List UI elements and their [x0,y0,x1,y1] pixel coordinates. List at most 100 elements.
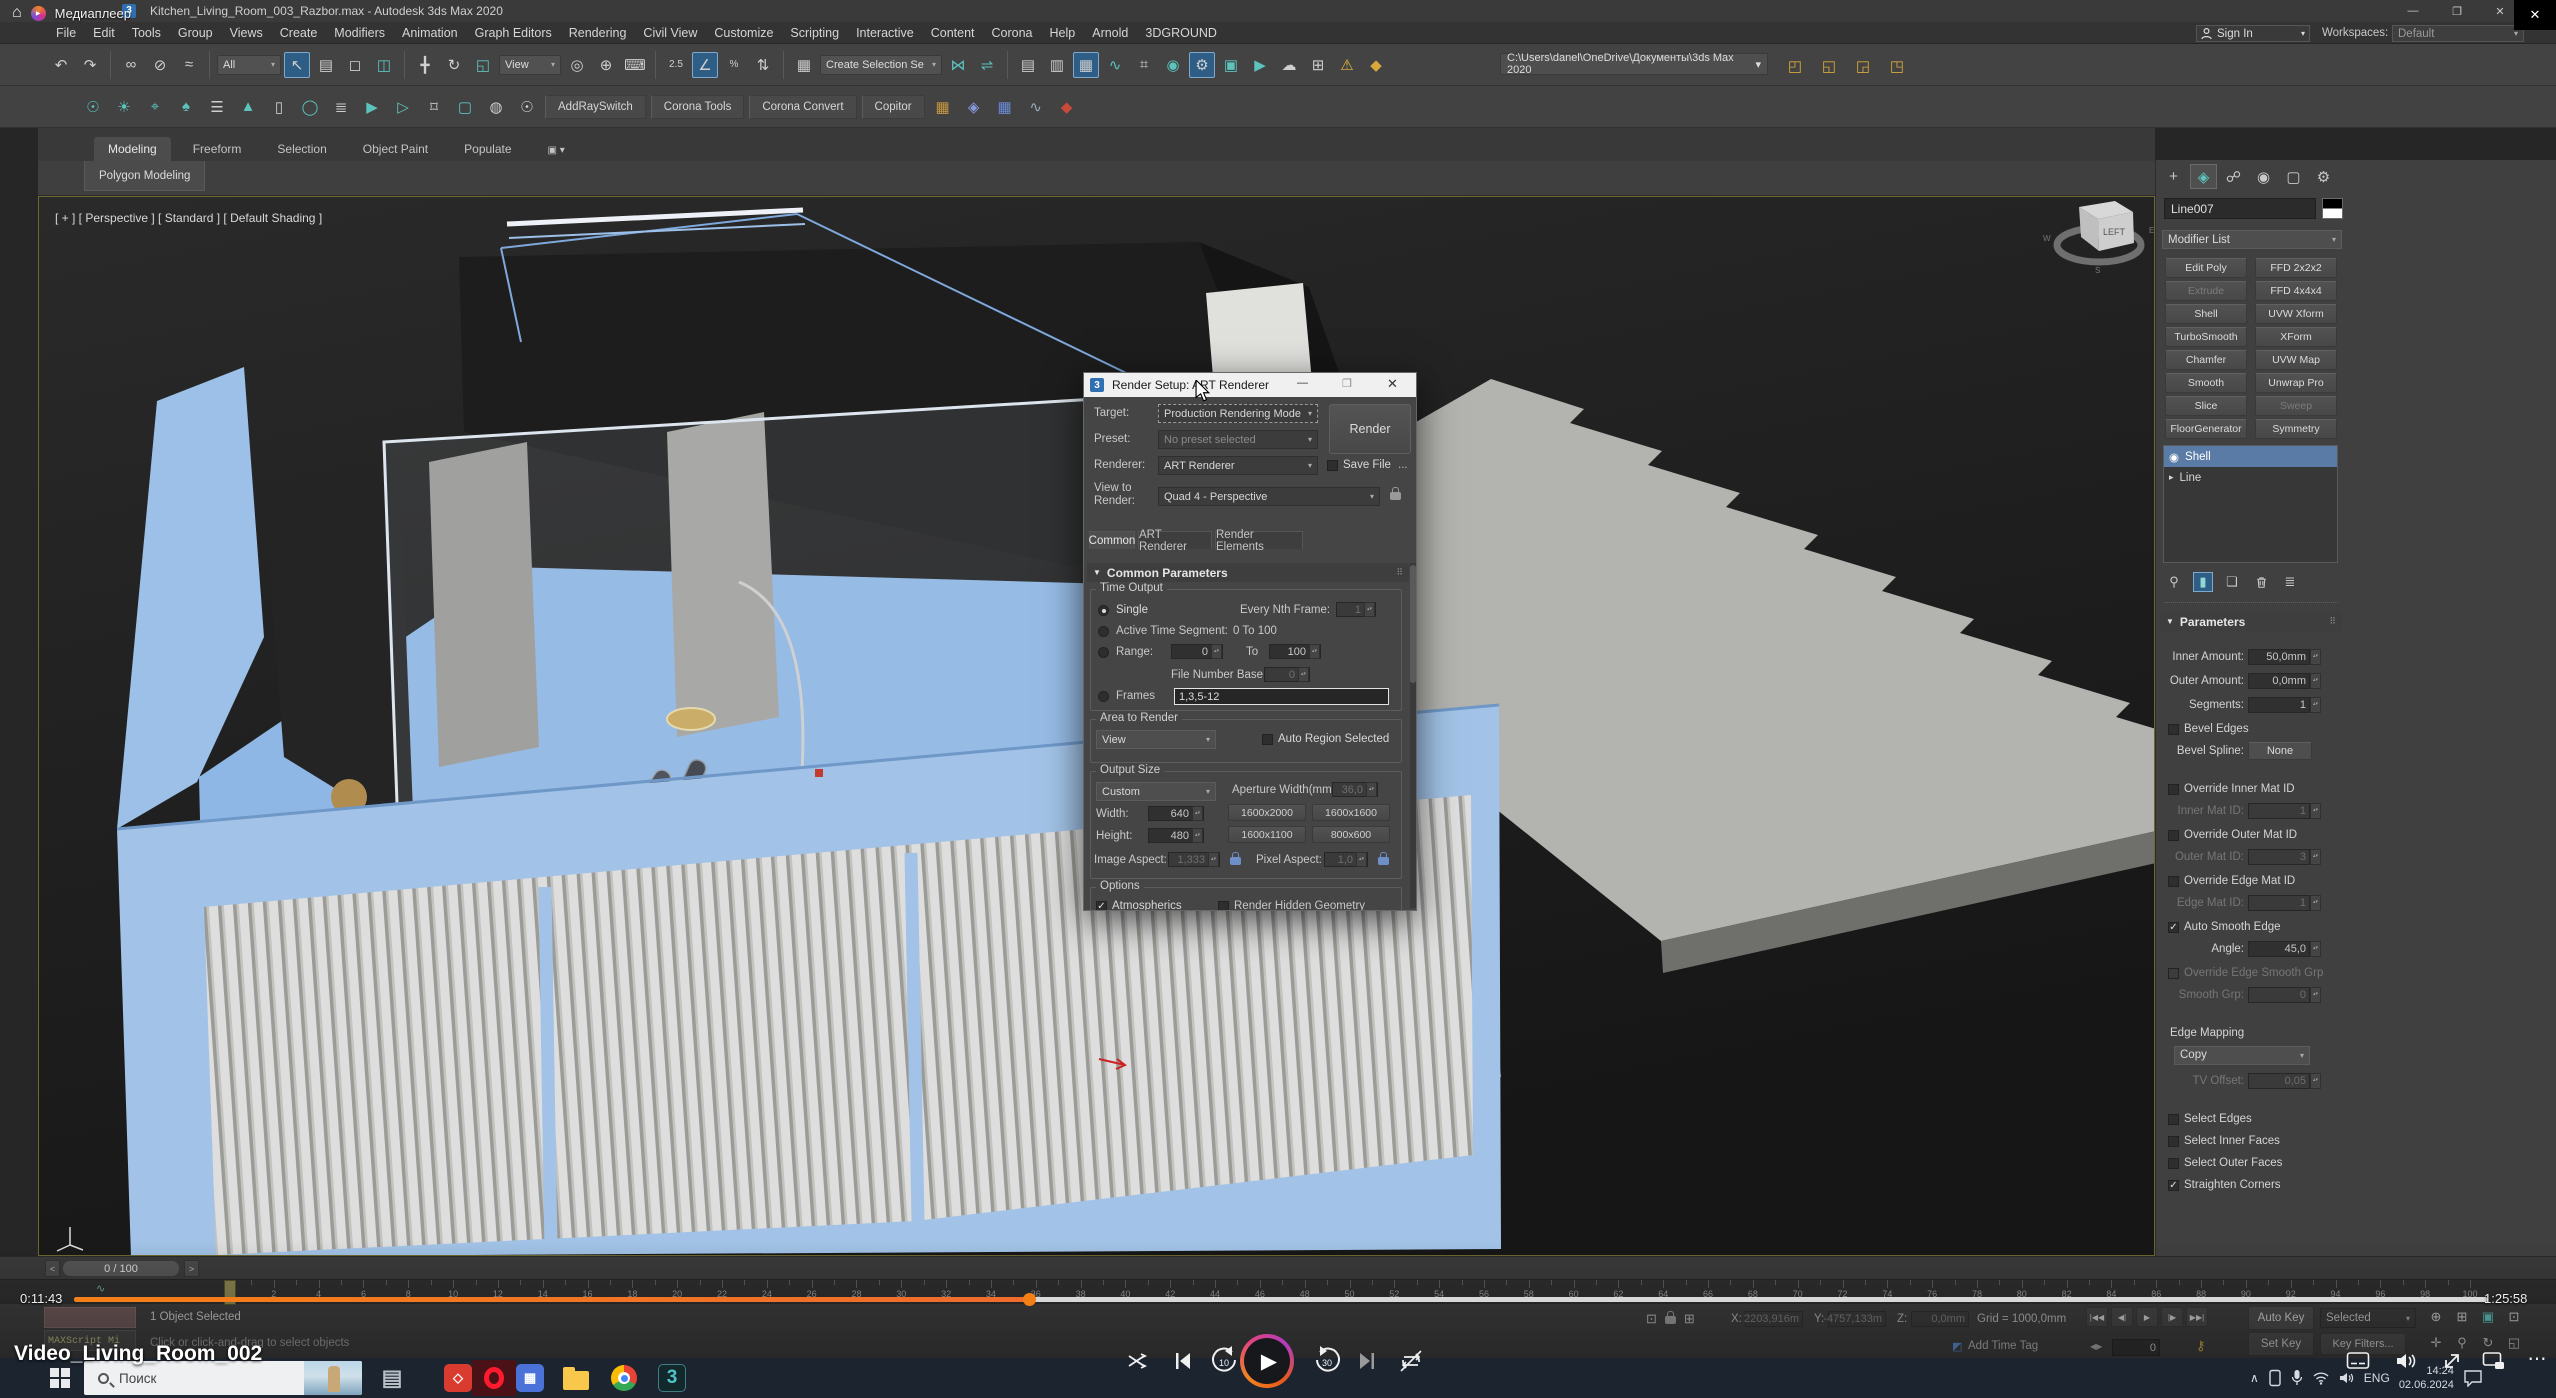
list-icon[interactable]: ☰ [204,94,230,120]
checkbox-icon[interactable] [2168,1136,2179,1147]
checkbox-icon[interactable] [2168,968,2179,979]
dialog-titlebar[interactable]: 3 Render Setup: ART Renderer — ❐ ✕ [1084,373,1416,397]
mirror-icon[interactable]: ⋈ [945,52,971,78]
dialog-tab-render-elements[interactable]: Render Elements [1215,531,1303,549]
import-link-icon[interactable]: ◳ [1884,53,1910,79]
auto-region-checkbox[interactable] [1262,734,1273,745]
spinner-snap-toggle-icon[interactable]: ⇅ [750,52,776,78]
arnold-warning-icon[interactable]: ⚠ [1334,52,1360,78]
width-field[interactable]: 640▴▾ [1148,806,1204,821]
height-field[interactable]: 480▴▾ [1148,828,1204,843]
schematic-view-icon[interactable]: ⌗ [1131,52,1157,78]
torus-icon[interactable]: ◯ [297,94,323,120]
active-time-segment-radio[interactable] [1098,626,1109,637]
pixel-aspect-lock-icon[interactable] [1378,857,1389,865]
go-to-start-button[interactable]: |◀◀ [2086,1307,2108,1327]
time-slider-handle[interactable]: 0 / 100 [62,1260,180,1277]
unlink-selection-icon[interactable]: ⊘ [147,52,173,78]
open-folder-icon[interactable]: ◱ [1816,53,1842,79]
menu-interactive[interactable]: Interactive [856,26,914,40]
play-box-icon[interactable]: ▶ [359,94,385,120]
layers-icon[interactable]: ≣ [328,94,354,120]
image-aspect-lock-icon[interactable] [1230,857,1241,865]
bulb-icon[interactable]: ☉ [514,94,540,120]
spinner-arrows[interactable]: ▴▾ [2310,849,2321,865]
new-key-filter-dropdown[interactable]: Selected ▾ [2320,1308,2416,1328]
renderer-dropdown[interactable]: ART Renderer▾ [1158,456,1318,475]
video-seek-handle[interactable] [1023,1293,1036,1306]
repeat-button[interactable] [1396,1346,1426,1376]
maxscript-listener-pink[interactable] [44,1307,136,1328]
resolution-button-1600x1100[interactable]: 1600x1100 [1228,826,1306,843]
corona-convert-button[interactable]: Corona Convert [749,95,856,119]
spline-tool-icon[interactable]: ∿ [1023,94,1049,120]
menu-customize[interactable]: Customize [714,26,773,40]
checkbox-icon[interactable] [2168,876,2179,887]
video-seek-bar[interactable] [74,1297,2488,1302]
undo-icon[interactable]: ↶ [48,52,74,78]
door-icon[interactable]: ▯ [266,94,292,120]
range-to-field[interactable]: 100▴▾ [1269,644,1321,659]
phone-link-icon[interactable] [2268,1369,2282,1387]
ribbon-overflow-button[interactable]: ▣ ▾ [534,140,579,161]
add-time-tag[interactable]: Add Time Tag [1968,1340,2038,1352]
video-box-icon[interactable]: ▷ [390,94,416,120]
menu-group[interactable]: Group [178,26,213,40]
align-icon[interactable]: ⇌ [974,52,1000,78]
menu-tools[interactable]: Tools [132,26,161,40]
microphone-icon[interactable] [2291,1369,2303,1387]
named-selection-sets-dropdown[interactable]: Create Selection Se▾ [820,55,942,75]
hidden-icons-chevron[interactable]: ∧ [2250,1371,2259,1385]
max-minimize-button[interactable]: — [2400,3,2426,19]
file-browse-button[interactable]: ... [1398,459,1408,471]
checkbox-icon[interactable] [2168,1114,2179,1125]
spinner-arrows[interactable]: ▴▾ [2310,673,2321,689]
dialog-tab-common[interactable]: Common [1089,531,1135,549]
camera-add-icon[interactable]: ⌑ [421,94,447,120]
save-file-checkbox[interactable] [1327,460,1338,471]
previous-frame-button[interactable]: ◀| [2111,1307,2133,1327]
previous-frame-button[interactable]: < [45,1260,60,1277]
render-setup-icon[interactable]: ⚙ [1189,52,1215,78]
dialog-maximize-button[interactable]: ❐ [1342,377,1352,390]
forward-30-button[interactable]: 30 [1310,1342,1346,1378]
floor-generator-icon[interactable]: ▦ [930,94,956,120]
checkbox-icon[interactable]: ✓ [2168,922,2179,933]
taskbar-search-box[interactable]: Поиск [84,1361,362,1395]
file-number-base-field[interactable]: 0▴▾ [1264,667,1310,682]
spinner-arrows[interactable]: ▴▾ [2310,987,2321,1003]
frames-radio[interactable] [1098,691,1109,702]
gem-tool-icon[interactable]: ◆ [1054,94,1080,120]
new-scene-icon[interactable]: ◰ [1782,53,1808,79]
wifi-icon[interactable] [2312,1371,2330,1385]
play-button[interactable]: ▶ [1240,1334,1294,1388]
zoom-region-icon[interactable]: ⊡ [2502,1305,2526,1329]
checkbox-icon[interactable] [2168,830,2179,841]
sign-in-button[interactable]: Sign In ▾ [2196,25,2310,42]
absolute-mode-transform-icon[interactable]: ⊞ [1684,1311,1695,1329]
next-frame-button[interactable]: |▶ [2161,1307,2183,1327]
toggle-scene-explorer-icon[interactable]: ▤ [1015,52,1041,78]
use-pivot-point-icon[interactable]: ◎ [564,52,590,78]
ribbon-tab-freeform[interactable]: Freeform [179,137,256,161]
resolution-button-1600x1600[interactable]: 1600x1600 [1312,804,1390,821]
frame-step-icons[interactable]: ◀▶ [2090,1342,2102,1351]
select-by-name-icon[interactable]: ▤ [313,52,339,78]
volume-button[interactable] [2392,1348,2420,1374]
param-value-field[interactable]: 0,0mm [2248,673,2310,689]
every-nth-frame-field[interactable]: 1▴▾ [1336,602,1376,617]
default-in-out-tangent-icon[interactable]: ⚷ [2196,1338,2206,1354]
output-size-preset-dropdown[interactable]: Custom▾ [1096,782,1216,801]
teapot-icon[interactable]: ◍ [483,94,509,120]
snaps-toggle-icon[interactable]: 2.5 [663,52,689,78]
menu-rendering[interactable]: Rendering [569,26,627,40]
taskbar-app-3dsmax[interactable]: 3 [650,1360,694,1396]
menu-graph-editors[interactable]: Graph Editors [475,26,552,40]
preset-dropdown[interactable]: No preset selected▾ [1158,430,1318,449]
display-ribbon-icon[interactable]: ▦ [1073,52,1099,78]
fullscreen-button[interactable] [2438,1348,2466,1374]
menu-arnold[interactable]: Arnold [1092,26,1128,40]
image-aspect-field[interactable]: 1,333▴▾ [1168,852,1220,867]
play-animation-button[interactable]: ▶ [2136,1307,2158,1327]
previous-track-button[interactable] [1168,1346,1198,1376]
